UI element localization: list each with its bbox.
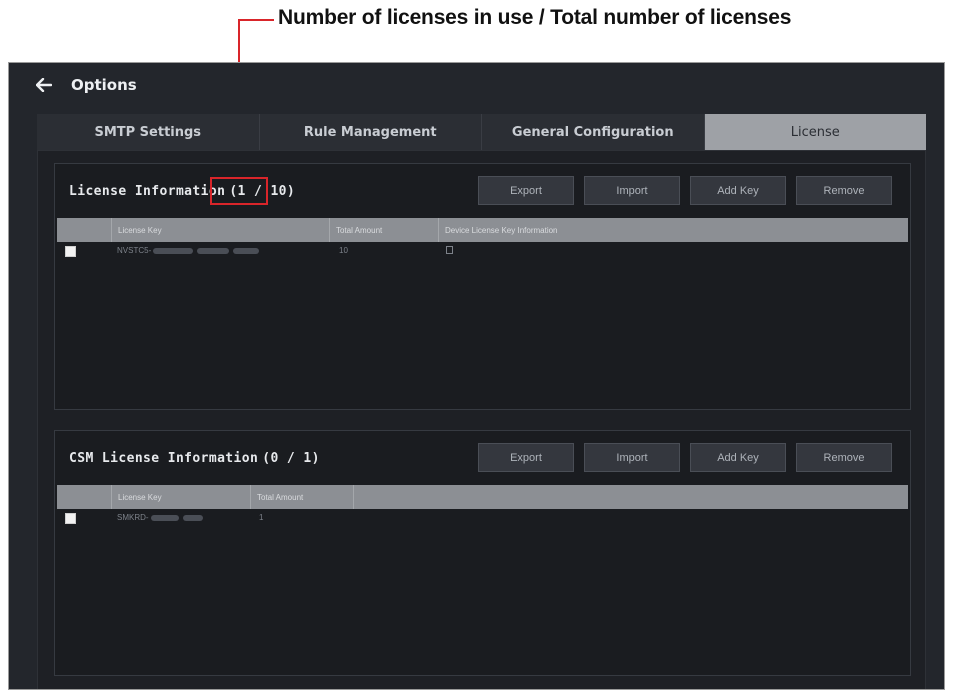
export-button[interactable]: Export	[478, 176, 574, 205]
panel-title: License Information	[69, 183, 226, 199]
license-table: License Key Total Amount Device License …	[57, 218, 908, 264]
license-tab-content: License Information (1 / 10) Export Impo…	[37, 150, 926, 689]
panel-title: CSM License Information	[69, 450, 259, 466]
column-separator	[353, 485, 360, 509]
tab-smtp-settings[interactable]: SMTP Settings	[37, 114, 260, 150]
callout-label: Number of licenses in use / Total number…	[278, 6, 792, 29]
csm-license-actions: Export Import Add Key Remove	[478, 443, 892, 472]
tab-bar: SMTP Settings Rule Management General Co…	[37, 114, 926, 150]
tab-rule-management[interactable]: Rule Management	[259, 114, 482, 150]
export-button[interactable]: Export	[478, 443, 574, 472]
column-header-total-amount[interactable]: Total Amount	[250, 485, 303, 509]
masked-key-segment	[182, 514, 203, 521]
options-window: Options SMTP Settings Rule Management Ge…	[8, 62, 945, 690]
add-key-button[interactable]: Add Key	[690, 176, 786, 205]
document-icon[interactable]	[446, 246, 453, 254]
tab-general-configuration[interactable]: General Configuration	[482, 114, 705, 150]
license-key-prefix: SMKRD-	[117, 513, 149, 522]
table-row[interactable]: SMKRD- 1	[57, 509, 908, 531]
csm-license-table: License Key Total Amount SMKRD- 1	[57, 485, 908, 531]
masked-key-segment	[150, 514, 179, 521]
table-row[interactable]: NVSTC5- 10	[57, 242, 908, 264]
remove-button[interactable]: Remove	[796, 443, 892, 472]
license-key-cell: SMKRD-	[117, 513, 205, 522]
total-amount-cell: 10	[339, 246, 348, 255]
remove-button[interactable]: Remove	[796, 176, 892, 205]
masked-key-segment	[233, 247, 260, 254]
callout-leader-horizontal	[238, 19, 274, 21]
row-checkbox[interactable]	[65, 246, 76, 257]
column-header-license-key[interactable]: License Key	[111, 485, 162, 509]
license-key-cell: NVSTC5-	[117, 246, 261, 255]
table-header: License Key Total Amount Device License …	[57, 218, 908, 242]
masked-key-segment	[197, 247, 230, 254]
table-header: License Key Total Amount	[57, 485, 908, 509]
total-amount-cell: 1	[259, 513, 264, 522]
row-checkbox[interactable]	[65, 513, 76, 524]
page-title: Options	[71, 76, 137, 94]
app-header: Options	[9, 63, 944, 107]
csm-license-information-panel: CSM License Information (0 / 1) Export I…	[54, 430, 911, 676]
tab-license[interactable]: License	[704, 114, 926, 150]
arrow-left-icon[interactable]	[35, 76, 53, 94]
panel-header: CSM License Information (0 / 1) Export I…	[55, 431, 910, 485]
column-header-license-key[interactable]: License Key	[111, 218, 162, 242]
callout-highlight-box	[210, 177, 268, 205]
license-information-panel: License Information (1 / 10) Export Impo…	[54, 163, 911, 410]
masked-key-segment	[153, 247, 194, 254]
license-actions: Export Import Add Key Remove	[478, 176, 892, 205]
csm-license-count: (0 / 1)	[262, 450, 320, 466]
import-button[interactable]: Import	[584, 176, 680, 205]
panel-header: License Information (1 / 10) Export Impo…	[55, 164, 910, 218]
license-key-prefix: NVSTC5-	[117, 246, 152, 255]
column-header-device-info[interactable]: Device License Key Information	[438, 218, 558, 242]
add-key-button[interactable]: Add Key	[690, 443, 786, 472]
column-header-total-amount[interactable]: Total Amount	[329, 218, 382, 242]
import-button[interactable]: Import	[584, 443, 680, 472]
